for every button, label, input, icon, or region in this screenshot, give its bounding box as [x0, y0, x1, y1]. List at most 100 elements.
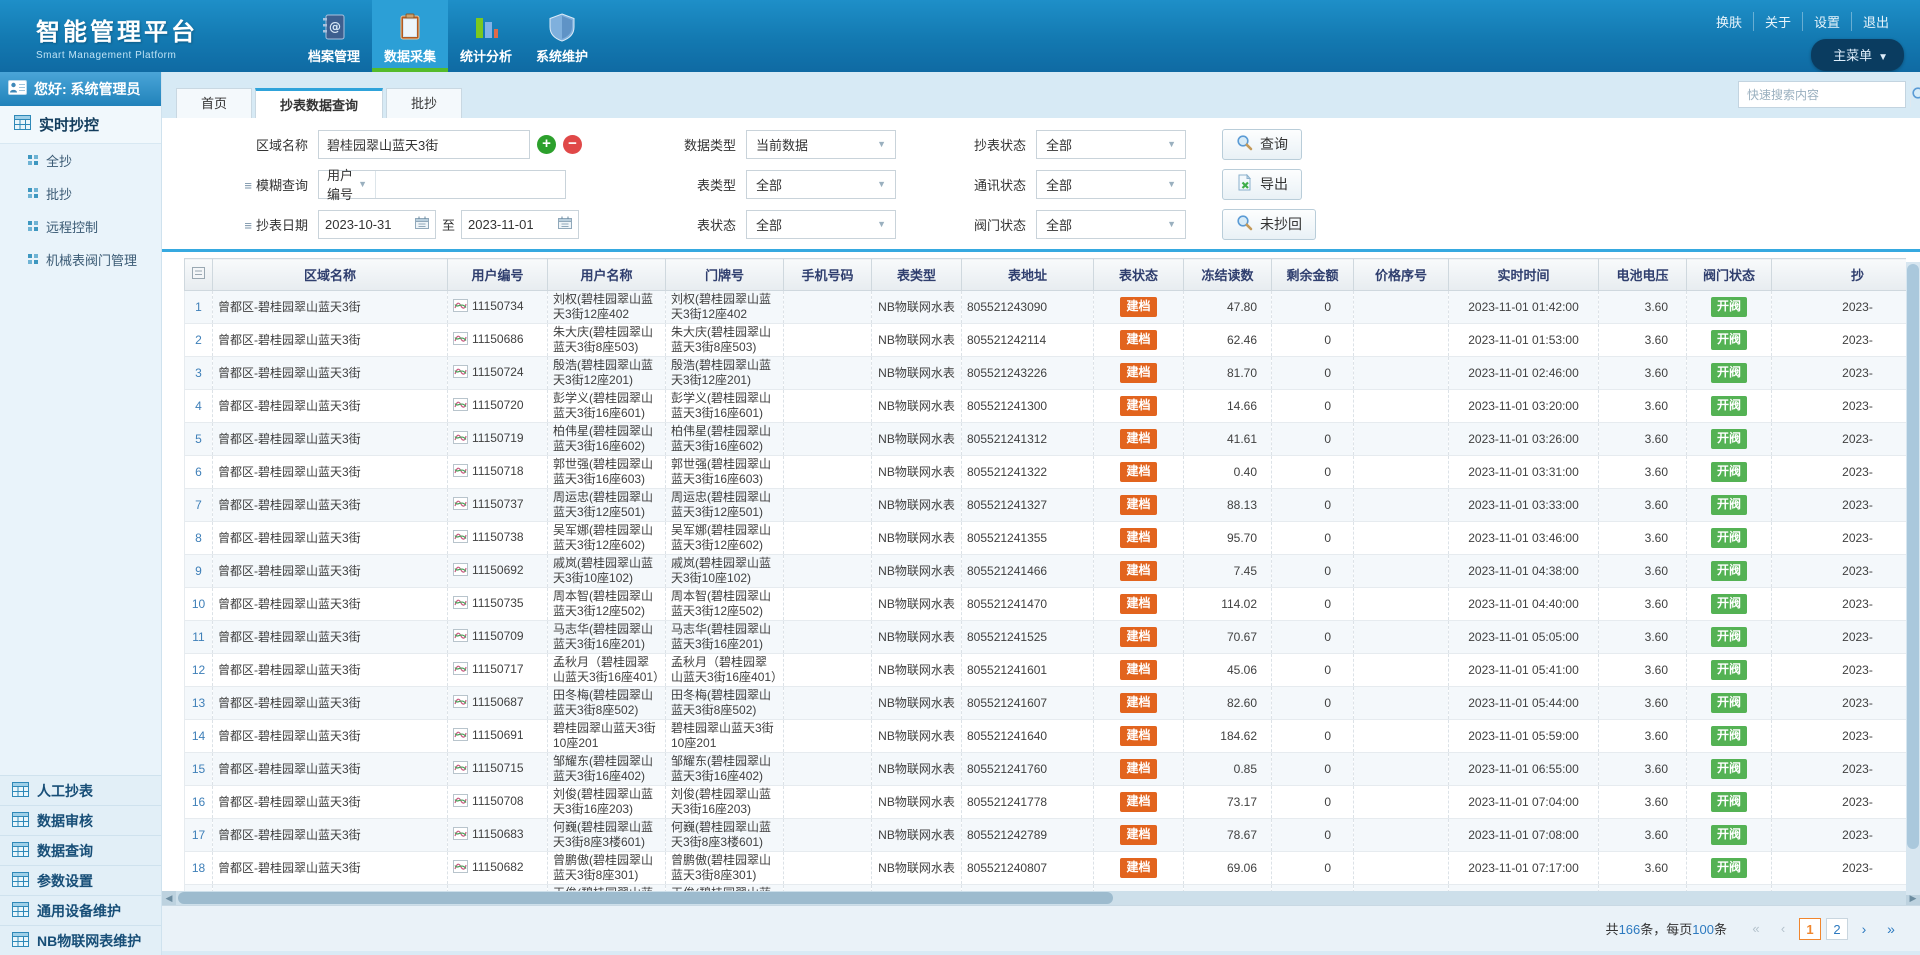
table-row[interactable]: 12曾都区-碧桂园翠山蓝天3街11150717孟秋月（碧桂园翠山蓝天3街16座4… — [185, 654, 1907, 687]
not-read-button[interactable]: 未抄回 — [1222, 209, 1316, 240]
status-badge: 开阀 — [1711, 330, 1747, 350]
scroll-left-arrow[interactable]: ◀ — [162, 891, 176, 905]
select-all-icon[interactable] — [192, 267, 205, 282]
mini-chart-icon[interactable] — [453, 862, 468, 876]
data-type-select[interactable]: 当前数据▼ — [746, 130, 896, 159]
nav-item-系统维护[interactable]: 系统维护 — [524, 0, 600, 72]
vertical-scrollbar-thumb[interactable] — [1907, 264, 1919, 849]
table-row[interactable]: 16曾都区-碧桂园翠山蓝天3街11150708刘俊(碧桂园翠山蓝天3街16座20… — [185, 786, 1907, 819]
sidebar-item-机械表阀门管理[interactable]: 机械表阀门管理 — [0, 243, 161, 276]
cell-battery: 3.60 — [1599, 753, 1687, 786]
table-row[interactable]: 11曾都区-碧桂园翠山蓝天3街11150709马志华(碧桂园翠山蓝天3街16座2… — [185, 621, 1907, 654]
mini-chart-icon[interactable] — [453, 433, 468, 447]
table-row[interactable]: 6曾都区-碧桂园翠山蓝天3街11150718郭世强(碧桂园翠山蓝天3街16座60… — [185, 456, 1907, 489]
tab-抄表数据查询[interactable]: 抄表数据查询 — [255, 88, 383, 118]
mini-chart-icon[interactable] — [453, 400, 468, 414]
sidebar-item-全抄[interactable]: 全抄 — [0, 144, 161, 177]
sidebar-item-批抄[interactable]: 批抄 — [0, 177, 161, 210]
tab-批抄[interactable]: 批抄 — [386, 88, 462, 118]
comm-status-select[interactable]: 全部▼ — [1036, 170, 1186, 199]
horizontal-scrollbar-thumb[interactable] — [178, 892, 1113, 904]
meter-status-select[interactable]: 全部▼ — [746, 210, 896, 239]
column-header-select[interactable] — [185, 259, 213, 291]
table-row[interactable]: 2曾都区-碧桂园翠山蓝天3街11150686朱大庆(碧桂园翠山蓝天3街8座503… — [185, 324, 1907, 357]
mini-chart-icon[interactable] — [453, 730, 468, 744]
table-row[interactable]: 17曾都区-碧桂园翠山蓝天3街11150683何巍(碧桂园翠山蓝天3街8座3楼6… — [185, 819, 1907, 852]
table-row[interactable]: 8曾都区-碧桂园翠山蓝天3街11150738吴军娜(碧桂园翠山蓝天3街12座60… — [185, 522, 1907, 555]
table-row[interactable]: 14曾都区-碧桂园翠山蓝天3街11150691碧桂园翠山蓝天3街10座201碧桂… — [185, 720, 1907, 753]
pager-arrow[interactable]: » — [1880, 918, 1902, 940]
table-row[interactable]: 15曾都区-碧桂园翠山蓝天3街11150715邹耀东(碧桂园翠山蓝天3街16座4… — [185, 753, 1907, 786]
date-from-input[interactable]: 2023-10-31 — [318, 210, 436, 239]
sidebar-section-realtime-reading[interactable]: 实时抄控 — [0, 106, 161, 144]
add-area-button[interactable]: + — [537, 135, 556, 154]
mini-chart-icon[interactable] — [453, 796, 468, 810]
cell-door-no: 孟秋月（碧桂园翠山蓝天3街16座401） — [666, 654, 784, 687]
table-row[interactable]: 1曾都区-碧桂园翠山蓝天3街11150734刘权(碧桂园翠山蓝天3街12座402… — [185, 291, 1907, 324]
fuzzy-input[interactable] — [376, 171, 565, 198]
pager-page-1[interactable]: 1 — [1799, 918, 1821, 940]
mini-chart-icon[interactable] — [453, 697, 468, 711]
sidebar-item-数据审核[interactable]: 数据审核 — [0, 805, 161, 835]
nav-item-统计分析[interactable]: 统计分析 — [448, 0, 524, 72]
blue-divider — [162, 249, 1920, 252]
cell-area: 曾都区-碧桂园翠山蓝天3街 — [213, 357, 448, 390]
top-link-关于[interactable]: 关于 — [1754, 12, 1803, 31]
nav-item-数据采集[interactable]: 数据采集 — [372, 0, 448, 72]
nav-item-档案管理[interactable]: @档案管理 — [296, 0, 372, 72]
query-button[interactable]: 查询 — [1222, 129, 1302, 160]
sidebar-item-通用设备维护[interactable]: 通用设备维护 — [0, 895, 161, 925]
main-menu-button[interactable]: 主菜单▼ — [1811, 39, 1904, 71]
table-row[interactable]: 3曾都区-碧桂园翠山蓝天3街11150724殷浩(碧桂园翠山蓝天3街12座201… — [185, 357, 1907, 390]
table-row[interactable]: 4曾都区-碧桂园翠山蓝天3街11150720彭学义(碧桂园翠山蓝天3街16座60… — [185, 390, 1907, 423]
export-button[interactable]: 导出 — [1222, 169, 1302, 200]
mini-chart-icon[interactable] — [453, 334, 468, 348]
chevron-down-icon: ▼ — [877, 219, 886, 229]
top-link-换肤[interactable]: 换肤 — [1705, 12, 1754, 31]
remove-area-button[interactable]: − — [563, 135, 582, 154]
area-input[interactable] — [318, 130, 530, 159]
table-row[interactable]: 10曾都区-碧桂园翠山蓝天3街11150735周本智(碧桂园翠山蓝天3街12座5… — [185, 588, 1907, 621]
search-icon[interactable] — [1910, 82, 1920, 107]
cell-user-id: 11150738 — [448, 522, 548, 555]
mini-chart-icon[interactable] — [453, 664, 468, 678]
quick-search-input[interactable] — [1739, 88, 1910, 102]
mini-chart-icon[interactable] — [453, 532, 468, 546]
row-number: 9 — [185, 555, 213, 588]
table-row[interactable]: 18曾都区-碧桂园翠山蓝天3街11150682曾鹏傲(碧桂园翠山蓝天3街8座30… — [185, 852, 1907, 885]
mini-chart-icon[interactable] — [453, 763, 468, 777]
cell-price-no — [1354, 621, 1449, 654]
table-row[interactable]: 13曾都区-碧桂园翠山蓝天3街11150687田冬梅(碧桂园翠山蓝天3街8座50… — [185, 687, 1907, 720]
mini-chart-icon[interactable] — [453, 499, 468, 513]
pager-arrow[interactable]: › — [1853, 918, 1875, 940]
valve-status-select[interactable]: 全部▼ — [1036, 210, 1186, 239]
sidebar-item-远程控制[interactable]: 远程控制 — [0, 210, 161, 243]
read-status-select[interactable]: 全部▼ — [1036, 130, 1186, 159]
sidebar-item-人工抄表[interactable]: 人工抄表 — [0, 775, 161, 805]
mini-chart-icon[interactable] — [453, 301, 468, 315]
fuzzy-field-select[interactable]: 用户编号▼ — [319, 171, 376, 198]
table-row[interactable]: 7曾都区-碧桂园翠山蓝天3街11150737周运忠(碧桂园翠山蓝天3街12座50… — [185, 489, 1907, 522]
meter-type-select[interactable]: 全部▼ — [746, 170, 896, 199]
cell-phone — [784, 819, 872, 852]
sidebar-item-参数设置[interactable]: 参数设置 — [0, 865, 161, 895]
mini-chart-icon[interactable] — [453, 565, 468, 579]
mini-chart-icon[interactable] — [453, 367, 468, 381]
sidebar-item-NB物联网表维护[interactable]: NB物联网表维护 — [0, 925, 161, 955]
status-badge: 建档 — [1120, 858, 1156, 878]
mini-chart-icon[interactable] — [453, 598, 468, 612]
sidebar-item-数据查询[interactable]: 数据查询 — [0, 835, 161, 865]
cell-price-no — [1354, 291, 1449, 324]
cell-user-id: 11150715 — [448, 753, 548, 786]
top-link-设置[interactable]: 设置 — [1803, 12, 1852, 31]
table-row[interactable]: 5曾都区-碧桂园翠山蓝天3街11150719柏伟星(碧桂园翠山蓝天3街16座60… — [185, 423, 1907, 456]
date-to-input[interactable]: 2023-11-01 — [461, 210, 579, 239]
mini-chart-icon[interactable] — [453, 829, 468, 843]
mini-chart-icon[interactable] — [453, 631, 468, 645]
tab-首页[interactable]: 首页 — [176, 88, 252, 118]
pager-page-2[interactable]: 2 — [1826, 918, 1848, 940]
mini-chart-icon[interactable] — [453, 466, 468, 480]
cell-user-name: 何巍(碧桂园翠山蓝天3街8座3楼601) — [548, 819, 666, 852]
table-row[interactable]: 9曾都区-碧桂园翠山蓝天3街11150692戚岚(碧桂园翠山蓝天3街10座102… — [185, 555, 1907, 588]
top-link-退出[interactable]: 退出 — [1852, 12, 1900, 31]
